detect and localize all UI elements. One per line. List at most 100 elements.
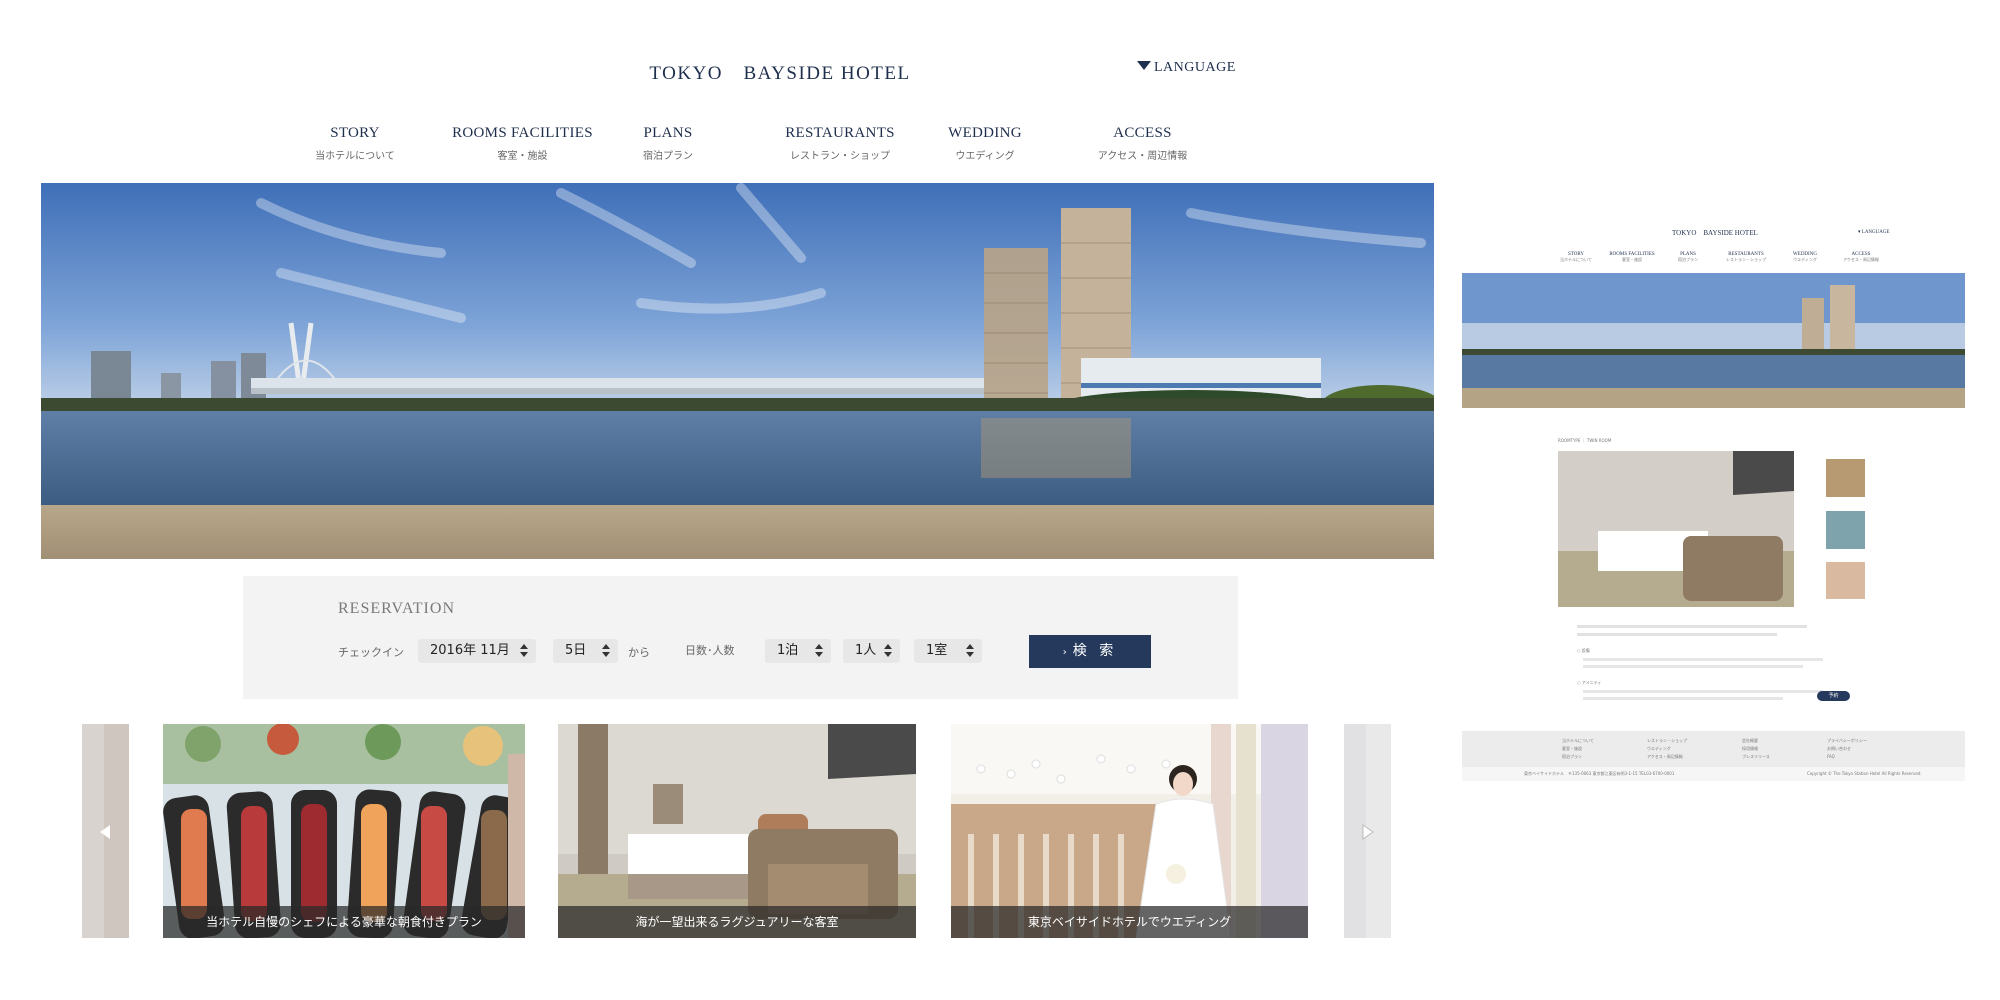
carousel-next-button[interactable] xyxy=(1344,724,1391,938)
mini-thumb-1 xyxy=(1826,459,1865,497)
people-value: 1人 xyxy=(855,643,877,658)
nav-item-restaurants[interactable]: RESTAURANTS レストラン・ショップ xyxy=(755,125,925,162)
spinner-up-icon xyxy=(520,644,528,649)
from-label: から xyxy=(628,646,650,659)
day-value: 5日 xyxy=(565,643,587,658)
carousel-card-wedding[interactable]: 東京ベイサイドホテルでウエディング xyxy=(951,724,1308,938)
mini-nav-sublabel: 宿泊プラン xyxy=(1678,257,1698,262)
spinner-down-icon xyxy=(815,652,823,657)
spinner-up-icon xyxy=(815,644,823,649)
carousel-prev-button[interactable] xyxy=(82,724,129,938)
card-caption: 東京ベイサイドホテルでウエディング xyxy=(951,906,1308,938)
mini-footer-link: お問い合わせ xyxy=(1827,746,1851,751)
hero-image xyxy=(41,183,1434,559)
mini-text-line xyxy=(1583,697,1783,700)
spinner-down-icon xyxy=(520,652,528,657)
nav-sublabel: 当ホテルについて xyxy=(315,151,395,162)
card-caption: 当ホテル自慢のシェフによる豪華な朝食付きプラン xyxy=(163,906,525,938)
reservation-title: RESERVATION xyxy=(338,600,455,617)
checkin-day-select[interactable]: 5日 xyxy=(553,639,618,663)
mini-nav-item-access: ACCESS アクセス・周辺情報 xyxy=(1836,252,1886,263)
mini-nav-sublabel: 客室・施設 xyxy=(1622,257,1642,262)
mini-footer: 当ホテルについて レストラン・ショップ 会社概要 プライバシーポリシー 客室・施… xyxy=(1462,731,1965,781)
caret-down-icon xyxy=(1137,61,1151,70)
mini-footer-address: 東京ベイサイドホテル 〒135-0063 東京都江東区有明3-1-15 TEL0… xyxy=(1524,771,1675,776)
spinner-down-icon xyxy=(966,652,974,657)
arrow-right-icon xyxy=(1362,824,1374,840)
mini-text-line xyxy=(1577,633,1777,636)
nights-value: 1泊 xyxy=(777,643,799,658)
search-button[interactable]: › 検 索 xyxy=(1029,635,1151,668)
mini-footer-copyright: Copyright © The Tokyo Station Hotel All … xyxy=(1807,771,1922,776)
carousel-card-breakfast[interactable]: 当ホテル自慢のシェフによる豪華な朝食付きプラン xyxy=(163,724,525,938)
mini-nav-item-wedding: WEDDING ウエディング xyxy=(1782,252,1828,263)
carousel-card-room[interactable]: 海が一望出来るラグジュアリーな客室 xyxy=(558,724,916,938)
people-select[interactable]: 1人 xyxy=(843,639,900,663)
spinner-up-icon xyxy=(884,644,892,649)
mini-thumb-2 xyxy=(1826,511,1865,549)
chevron-right-icon: › xyxy=(1062,647,1067,658)
mini-text-line xyxy=(1583,658,1823,661)
mini-logo: TOKYO BAYSIDE HOTEL xyxy=(1672,229,1758,237)
mini-text-line xyxy=(1583,665,1803,668)
search-label: 検 索 xyxy=(1072,643,1118,659)
nav-label: PLANS xyxy=(643,125,693,141)
language-selector[interactable]: LANGUAGE xyxy=(1137,60,1236,76)
mini-footer-bar: 東京ベイサイドホテル 〒135-0063 東京都江東区有明3-1-15 TEL0… xyxy=(1462,767,1965,781)
nav-item-rooms[interactable]: ROOMS FACILITIES 客室・施設 xyxy=(435,125,610,162)
mini-nav-item-plans: PLANS 宿泊プラン xyxy=(1668,252,1708,263)
rooms-select[interactable]: 1室 xyxy=(914,639,982,663)
checkin-month-select[interactable]: 2016年 11月 xyxy=(418,639,536,663)
mini-amenity-heading: ○ アメニティ xyxy=(1577,680,1602,685)
nav-sublabel: ウエディング xyxy=(955,151,1015,162)
mini-footer-link: 採用情報 xyxy=(1742,746,1758,751)
mini-nav: STORY 当ホテルについて ROOMS FACILITIES 客室・施設 PLAN… xyxy=(1556,252,1886,268)
mini-nav-item-rooms: ROOMS FACILITIES 客室・施設 xyxy=(1602,252,1662,263)
mini-footer-link: レストラン・ショップ xyxy=(1647,738,1687,743)
mini-nav-item-restaurants: RESTAURANTS レストラン・ショップ xyxy=(1716,252,1776,263)
mini-nav-sublabel: レストラン・ショップ xyxy=(1726,257,1766,262)
mini-footer-link: 宿泊プラン xyxy=(1562,754,1582,759)
mini-footer-link: ウエディング xyxy=(1647,746,1671,751)
nav-item-wedding[interactable]: WEDDING ウエディング xyxy=(920,125,1050,162)
mini-footer-link: プレスリリース xyxy=(1742,754,1770,759)
mini-hero-image xyxy=(1462,273,1965,408)
mini-language: ▾ LANGUAGE xyxy=(1858,230,1890,235)
spinner-down-icon xyxy=(602,652,610,657)
nav-label: WEDDING xyxy=(948,125,1022,141)
mini-nav-sublabel: ウエディング xyxy=(1793,257,1817,262)
hotel-logo[interactable]: TOKYO BAYSIDE HOTEL xyxy=(600,58,960,85)
mini-footer-link: 会社概要 xyxy=(1742,738,1758,743)
reservation-panel: RESERVATION チェックイン 2016年 11月 5日 から 日数･人数… xyxy=(243,576,1238,699)
mini-nav-sublabel: 当ホテルについて xyxy=(1560,257,1592,262)
mini-text-line xyxy=(1577,625,1807,628)
nav-sublabel: 客室・施設 xyxy=(497,151,548,162)
spinner-up-icon xyxy=(966,644,974,649)
mini-footer-link: アクセス・周辺情報 xyxy=(1647,754,1683,759)
nav-item-plans[interactable]: PLANS 宿泊プラン xyxy=(613,125,723,162)
main-nav: STORY 当ホテルについて ROOMS FACILITIES 客室・施設 PLAN… xyxy=(295,125,1195,170)
month-value: 2016年 11月 xyxy=(430,643,510,658)
card-caption: 海が一望出来るラグジュアリーな客室 xyxy=(558,906,916,938)
nav-sublabel: アクセス・周辺情報 xyxy=(1097,151,1188,162)
mini-footer-link: 客室・施設 xyxy=(1562,746,1582,751)
mini-amenity-label: 設備 xyxy=(1581,648,1590,653)
nav-sublabel: レストラン・ショップ xyxy=(790,151,890,162)
spinner-down-icon xyxy=(884,652,892,657)
mini-room-image xyxy=(1558,451,1794,607)
nights-people-label: 日数･人数 xyxy=(685,644,735,657)
language-label: LANGUAGE xyxy=(1154,60,1236,75)
nav-label: RESTAURANTS xyxy=(785,125,895,141)
nav-item-story[interactable]: STORY 当ホテルについて xyxy=(295,125,415,162)
nav-label: STORY xyxy=(330,125,380,141)
mini-footer-link: FAQ xyxy=(1827,754,1835,759)
spinner-up-icon xyxy=(602,644,610,649)
mini-breadcrumb: ROOMTYPE ｜ TWIN ROOM xyxy=(1558,438,1612,443)
mini-amenity-label: アメニティ xyxy=(1581,680,1602,685)
nights-select[interactable]: 1泊 xyxy=(765,639,831,663)
mini-language-label: LANGUAGE xyxy=(1861,230,1890,235)
mini-nav-sublabel: アクセス・周辺情報 xyxy=(1843,257,1879,262)
mini-footer-link: 当ホテルについて xyxy=(1562,738,1594,743)
nav-item-access[interactable]: ACCESS アクセス・周辺情報 xyxy=(1065,125,1220,162)
rooms-value: 1室 xyxy=(926,643,948,658)
